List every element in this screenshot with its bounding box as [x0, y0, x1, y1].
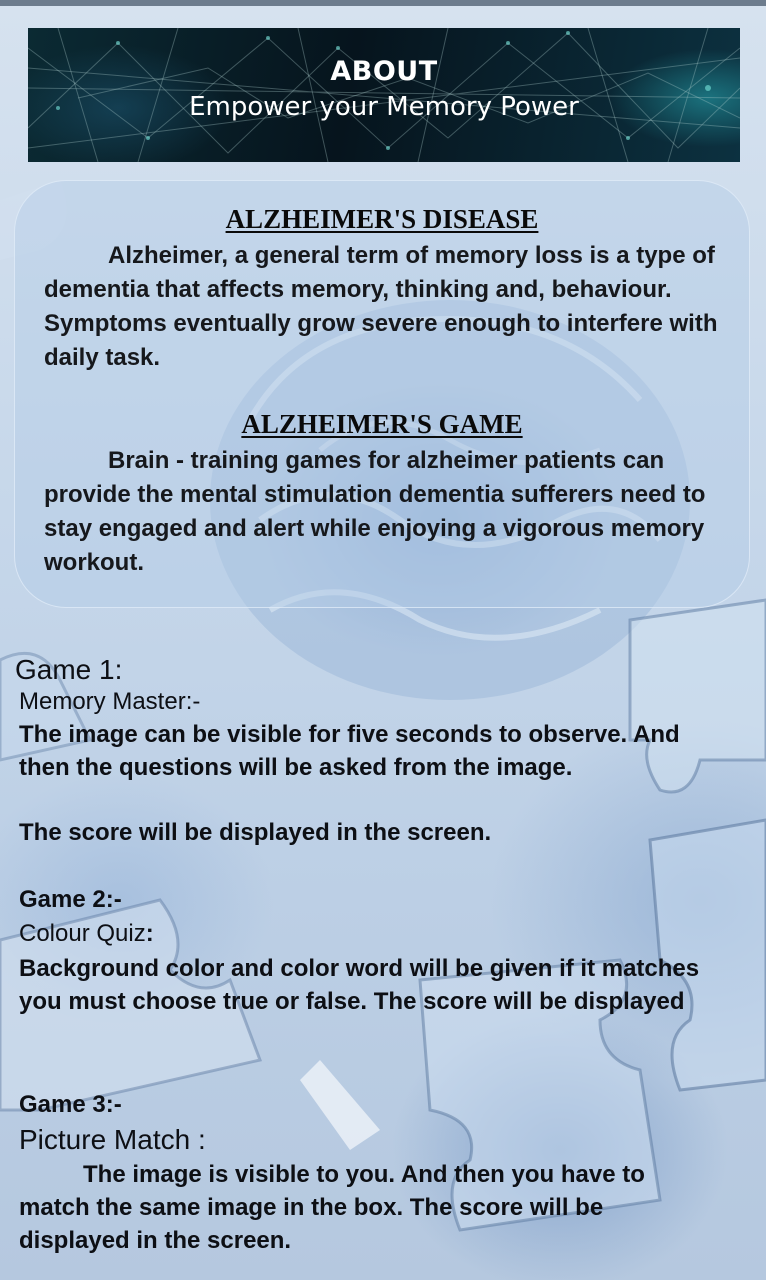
disease-description: Alzheimer, a general term of memory loss… [44, 242, 718, 371]
game1-name: Memory Master:- [19, 688, 201, 715]
game2-description: Background color and color word will be … [19, 955, 700, 1015]
game-heading: ALZHEIMER'S GAME [241, 409, 523, 439]
disease-heading: ALZHEIMER'S DISEASE [225, 204, 539, 234]
game-description: Brain - training games for alzheimer pat… [44, 447, 706, 576]
top-border [0, 0, 766, 6]
header-banner: ABOUT Empower your Memory Power [28, 28, 740, 162]
game2-name: Colour Quiz [19, 920, 146, 947]
game3-label: Game 3:- [19, 1091, 122, 1118]
game2-label: Game 2:- [19, 886, 122, 913]
game3-name: Picture Match : [19, 1124, 206, 1155]
game2-name-row: Colour Quiz: [19, 920, 154, 948]
game1-score-note: The score will be displayed in the scree… [19, 819, 492, 846]
game3-description: The image is visible to you. And then yo… [19, 1161, 645, 1254]
page-subtitle: Empower your Memory Power [189, 92, 579, 122]
page-title: ABOUT [330, 56, 438, 87]
game1-label: Game 1: [15, 654, 123, 685]
game1-description: The image can be visible for five second… [19, 721, 680, 781]
game2-name-suffix: : [145, 920, 154, 947]
